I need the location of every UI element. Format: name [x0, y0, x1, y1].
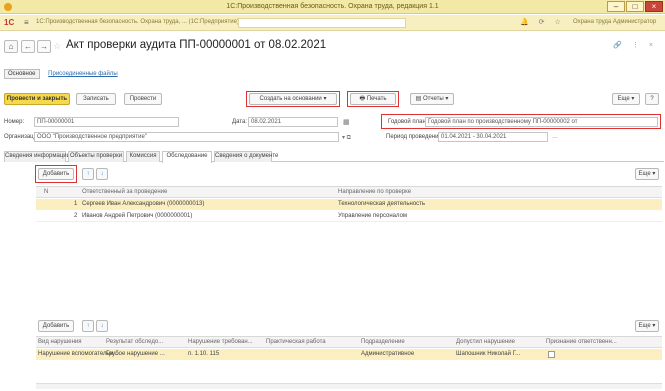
more-button[interactable]: Еще ▾ — [612, 93, 640, 105]
move-up-button[interactable]: ↑ — [82, 168, 94, 180]
number-label: Номер: — [4, 119, 25, 125]
row-direction: Технологическая деятельность — [338, 201, 426, 207]
column-header-result: Результат обследо... — [106, 339, 164, 345]
minimize-button[interactable]: – — [607, 1, 625, 12]
move-down-button[interactable]: ↓ — [96, 168, 108, 180]
forward-button[interactable]: → — [37, 40, 51, 53]
grid-more-button[interactable]: Еще ▾ — [635, 168, 659, 180]
command-bar: Провести и закрыть Записать Провести Соз… — [0, 91, 665, 107]
tab-survey[interactable]: Обследование — [162, 151, 212, 163]
period-field[interactable]: 01.04.2021 - 30.04.2021 — [438, 132, 548, 142]
highlight-create-on-basis — [246, 91, 340, 107]
reports-button[interactable]: ▤ Отчеты ▾ — [410, 93, 454, 105]
row-number: 1 — [74, 201, 78, 207]
column-header-direction: Направление по проверке — [338, 189, 412, 195]
column-header-responsibility: Признание ответственн... — [546, 339, 617, 345]
column-header-practical-work: Практическая работа — [266, 339, 326, 345]
highlight-annual-plan — [381, 114, 661, 129]
organization-field[interactable]: ООО "Производственное предприятие" — [34, 132, 339, 142]
app-title: 1С:Производственная безопасность. Охрана… — [36, 19, 239, 25]
document-tabs: Сведения информации Объекты проверки Ком… — [4, 151, 664, 163]
period-picker-icon[interactable]: … — [552, 134, 558, 140]
column-header-n: N — [44, 189, 49, 195]
horizontal-scrollbar[interactable] — [36, 383, 662, 389]
table-header: N Ответственный за проведение Направлени… — [36, 187, 662, 198]
row-result: Грубое нарушение ... — [106, 351, 165, 357]
row-responsible: Иванов Андрей Петрович (0000000001) — [82, 213, 193, 219]
number-field[interactable]: ПП-00000001 — [34, 117, 179, 127]
tab-main[interactable]: Основное — [4, 69, 40, 79]
topbar-action-icons[interactable]: 🔔 ⟳ ☆ — [520, 18, 565, 26]
row-responsible: Сергеев Иван Александрович (0000000013) — [82, 201, 205, 207]
add-violation-button[interactable]: Добавить — [38, 320, 74, 332]
violation-move-down-button[interactable]: ↓ — [96, 320, 108, 332]
violation-more-button[interactable]: Еще ▾ — [635, 320, 659, 332]
row-direction: Управление персоналом — [338, 213, 408, 219]
table-header: Вид нарушения Результат обследо... Наруш… — [36, 337, 662, 348]
period-label: Период проведения: — [386, 134, 444, 140]
column-header-requirement: Нарушение требован... — [188, 339, 253, 345]
highlight-add-button — [35, 165, 77, 183]
window-title: 1С:Производственная безопасность. Охрана… — [226, 3, 439, 10]
form-row-number: Номер: ПП-00000001 Дата: 08.02.2021 ▦ Го… — [0, 114, 665, 129]
document-header: ⌂ ← → ☆ Акт проверки аудита ПП-00000001 … — [0, 39, 665, 56]
form-tabs: Основное Присоединенные файлы — [4, 69, 125, 79]
table-row[interactable]: 2 Иванов Андрей Петрович (0000000001) Уп… — [36, 211, 662, 222]
user-name[interactable]: Охрана труда Администратор — [573, 19, 656, 25]
row-number: 2 — [74, 213, 78, 219]
column-header-violation-type: Вид нарушения — [38, 339, 82, 345]
date-label: Дата: — [232, 119, 247, 125]
page-title: Акт проверки аудита ПП-00000001 от 08.02… — [66, 39, 327, 51]
help-button[interactable]: ? — [645, 93, 659, 105]
row-violator: Шапошник Николай Г... — [456, 351, 521, 357]
inspectors-table: N Ответственный за проведение Направлени… — [36, 186, 662, 304]
column-header-department: Подразделение — [361, 339, 405, 345]
menu-icon[interactable]: ≡ — [24, 18, 29, 27]
1c-logo: 1С — [4, 18, 15, 27]
row-requirement: п. 1.10. 115 — [188, 351, 220, 357]
window-action-icons[interactable]: 🔗 ⋮ × — [613, 41, 657, 49]
highlight-print — [347, 91, 399, 107]
maximize-button[interactable]: □ — [626, 1, 644, 12]
favorite-star-icon[interactable]: ☆ — [53, 41, 61, 52]
search-input[interactable] — [238, 18, 406, 28]
date-field[interactable]: 08.02.2021 — [248, 117, 338, 127]
save-button[interactable]: Записать — [76, 93, 116, 105]
tab-attached-files[interactable]: Присоединенные файлы — [45, 70, 121, 78]
violations-table: Вид нарушения Результат обследо... Наруш… — [36, 336, 662, 382]
window-titlebar: 1С:Производственная безопасность. Охрана… — [0, 0, 665, 14]
tab-document-info[interactable]: Сведения о документе — [214, 151, 278, 162]
tab-inspection-objects[interactable]: Объекты проверки — [68, 151, 124, 162]
home-icon[interactable]: ⌂ — [4, 40, 18, 53]
post-and-close-button[interactable]: Провести и закрыть — [4, 93, 70, 105]
organization-dropdown-icon[interactable]: ▾ ⧉ — [342, 134, 351, 142]
table-row[interactable]: Нарушение вспомогательн... Грубое наруше… — [36, 349, 662, 360]
tab-commission[interactable]: Комиссия — [126, 151, 160, 162]
post-button[interactable]: Провести — [124, 93, 162, 105]
column-header-violator: Допустил нарушение — [456, 339, 515, 345]
table-row[interactable]: 1 Сергеев Иван Александрович (0000000013… — [36, 199, 662, 210]
back-button[interactable]: ← — [21, 40, 35, 53]
form-row-organization: Организация: ООО "Производственное предп… — [0, 132, 665, 143]
tab-info[interactable]: Сведения информации — [4, 151, 70, 162]
responsibility-checkbox[interactable] — [548, 351, 555, 358]
violation-move-up-button[interactable]: ↑ — [82, 320, 94, 332]
app-topbar: 1С ≡ 1С:Производственная безопасность. О… — [0, 15, 665, 31]
close-window-button[interactable]: × — [645, 1, 663, 12]
row-department: Административное — [361, 351, 415, 357]
calendar-icon[interactable]: ▦ — [343, 118, 350, 126]
column-header-responsible: Ответственный за проведение — [82, 189, 168, 195]
